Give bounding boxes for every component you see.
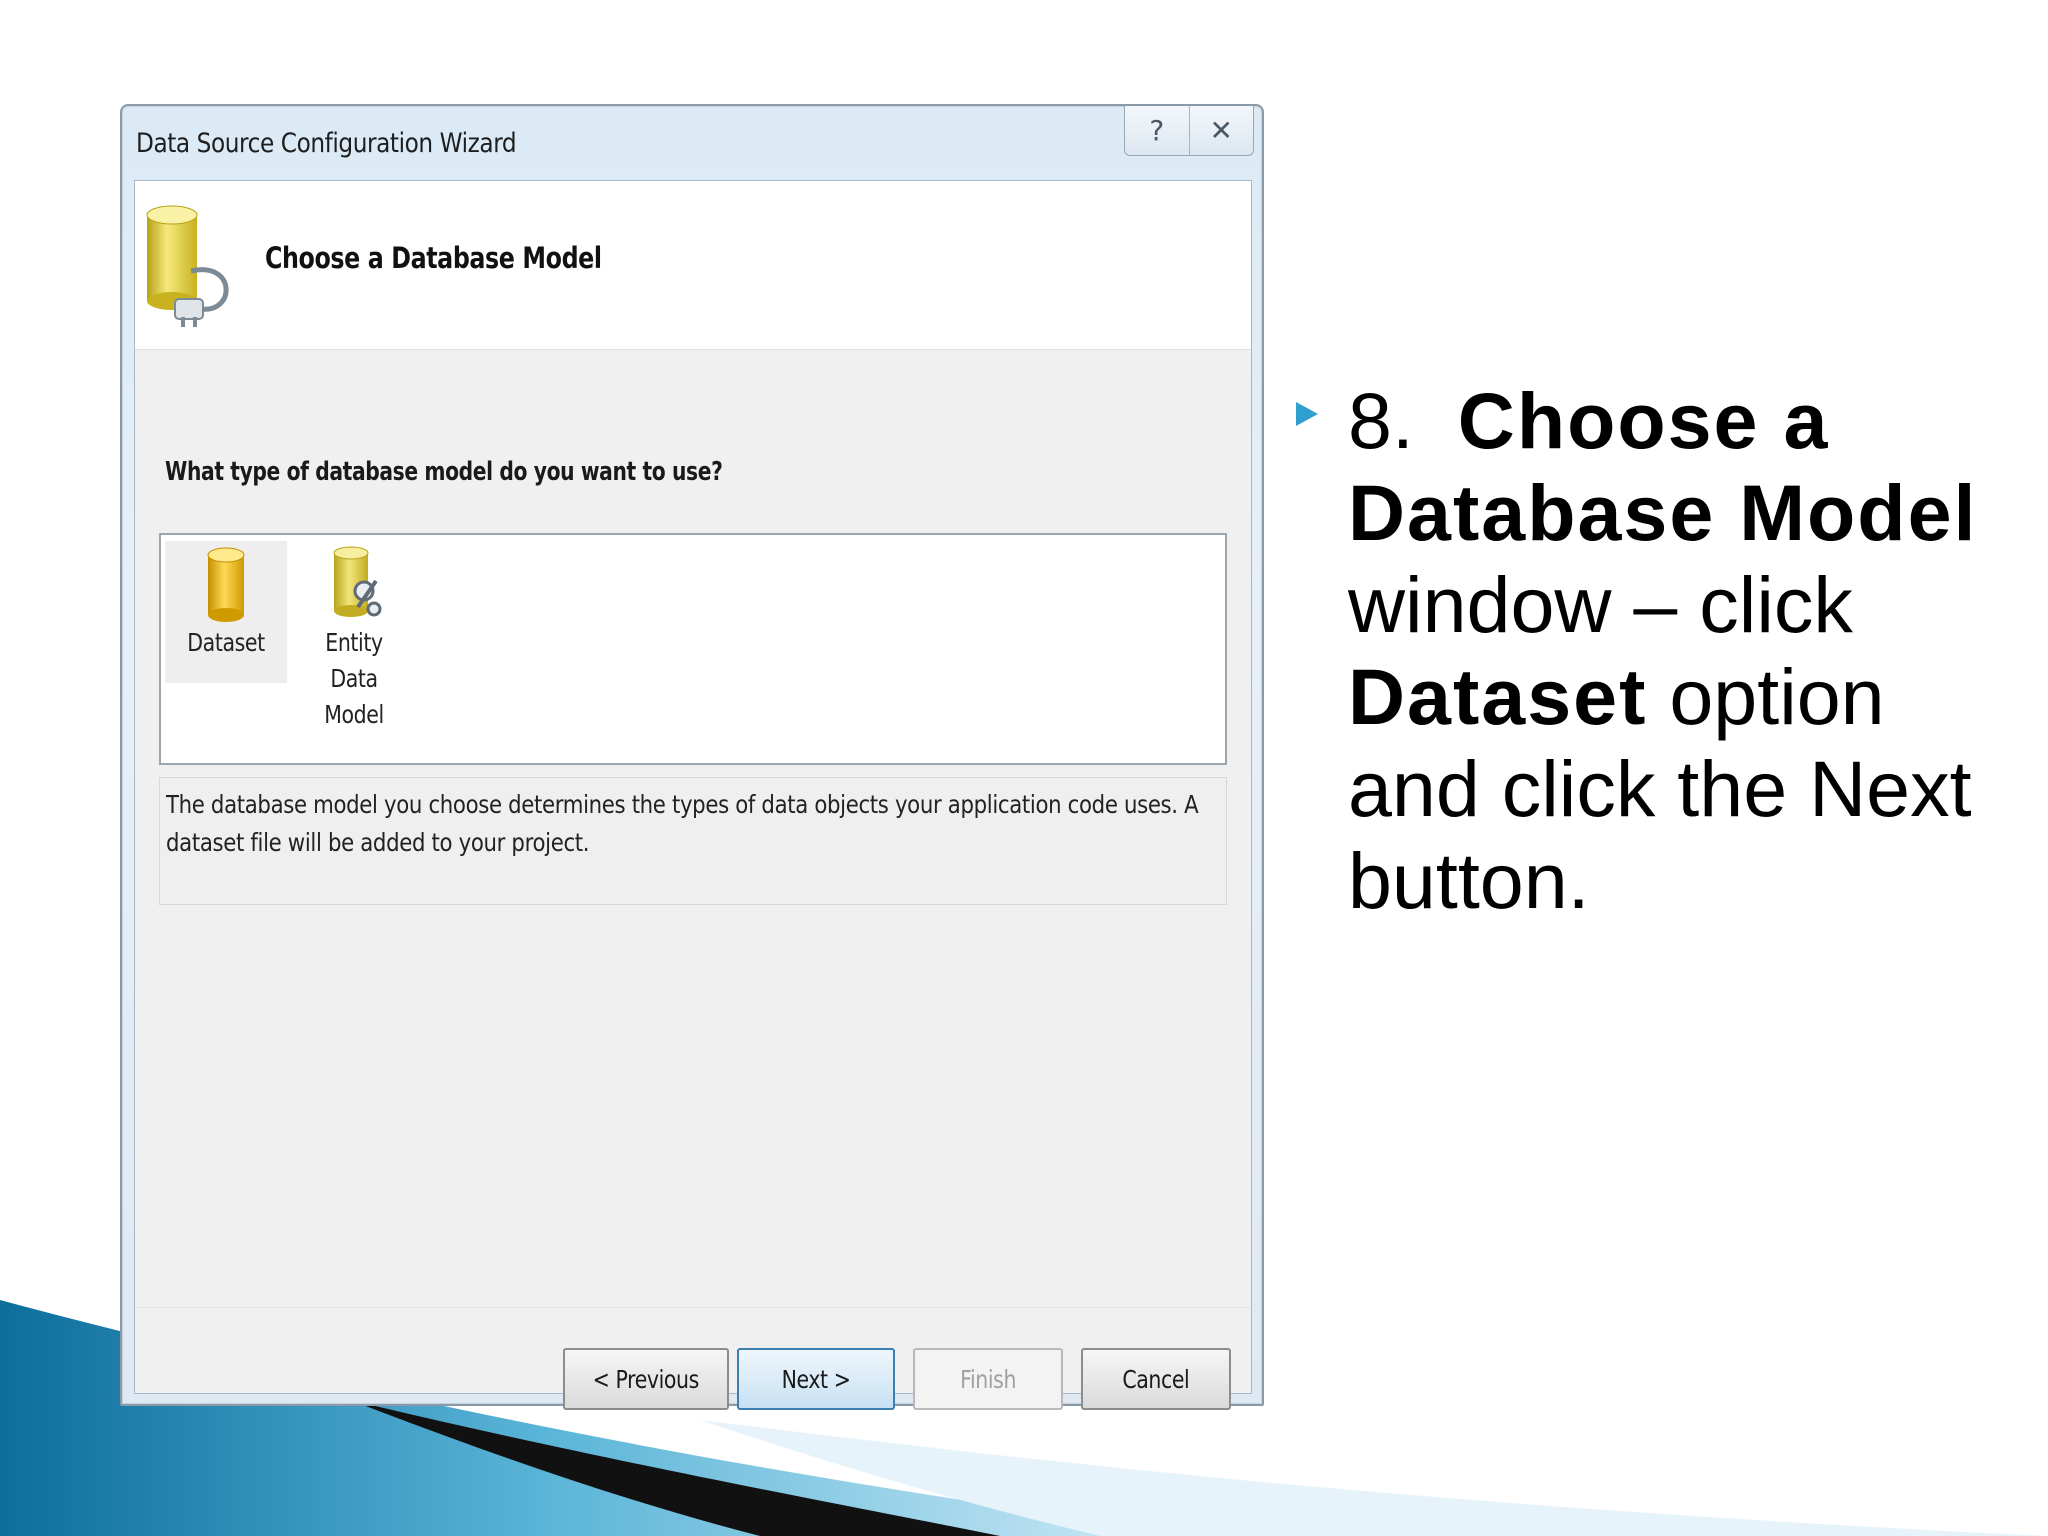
page-title: Choose a Database Model [265, 241, 602, 275]
step-number: 8. [1348, 376, 1414, 465]
model-label-dataset: Dataset [187, 628, 265, 657]
finish-button-label: Finish [960, 1364, 1016, 1394]
bullet-arrow-icon [1296, 402, 1318, 426]
finish-button[interactable]: Finish [913, 1348, 1063, 1410]
wizard-header: Choose a Database Model [135, 181, 1251, 350]
help-button[interactable]: ? [1125, 106, 1189, 155]
model-label-entity-data-model: Entity Data Model [324, 628, 384, 729]
model-question-label: What type of database model do you want … [165, 457, 723, 487]
entity-data-model-icon [333, 546, 382, 617]
previous-button[interactable]: < Previous [563, 1348, 729, 1410]
database-connect-icon [146, 205, 229, 327]
cancel-button-label: Cancel [1122, 1364, 1190, 1394]
close-button[interactable]: ✕ [1188, 106, 1254, 155]
window-controls: ? ✕ [1124, 106, 1254, 156]
footer-divider [135, 1307, 1251, 1308]
model-option-dataset[interactable]: Dataset [165, 541, 287, 683]
instruction-bold-window-name: Choose a Database Model [1348, 376, 1978, 557]
window-title: Data Source Configuration Wizard [136, 128, 517, 159]
wizard-dialog: Data Source Configuration Wizard ? ✕ Cho… [120, 104, 1264, 1410]
model-description-text: The database model you choose determines… [166, 790, 1199, 857]
model-description-panel: The database model you choose determines… [159, 777, 1227, 905]
title-bar: Data Source Configuration Wizard ? ✕ [122, 106, 1262, 178]
model-option-entity-data-model[interactable]: Entity Data Model [293, 541, 415, 729]
cancel-button[interactable]: Cancel [1081, 1348, 1231, 1410]
slide-instruction-text: 8. Choose a Database Model window – clic… [1348, 375, 2028, 927]
dataset-icon [207, 547, 245, 622]
database-model-list: Dataset Entity Data Model [159, 533, 1227, 765]
next-button[interactable]: Next > [737, 1348, 895, 1410]
previous-button-label: < Previous [592, 1364, 700, 1394]
next-button-label: Next > [781, 1364, 851, 1394]
instruction-bold-option: Dataset [1348, 652, 1648, 741]
dialog-client-area: Choose a Database Model What type of dat… [134, 180, 1252, 1410]
instruction-text-part-1: window – click [1348, 560, 1853, 649]
